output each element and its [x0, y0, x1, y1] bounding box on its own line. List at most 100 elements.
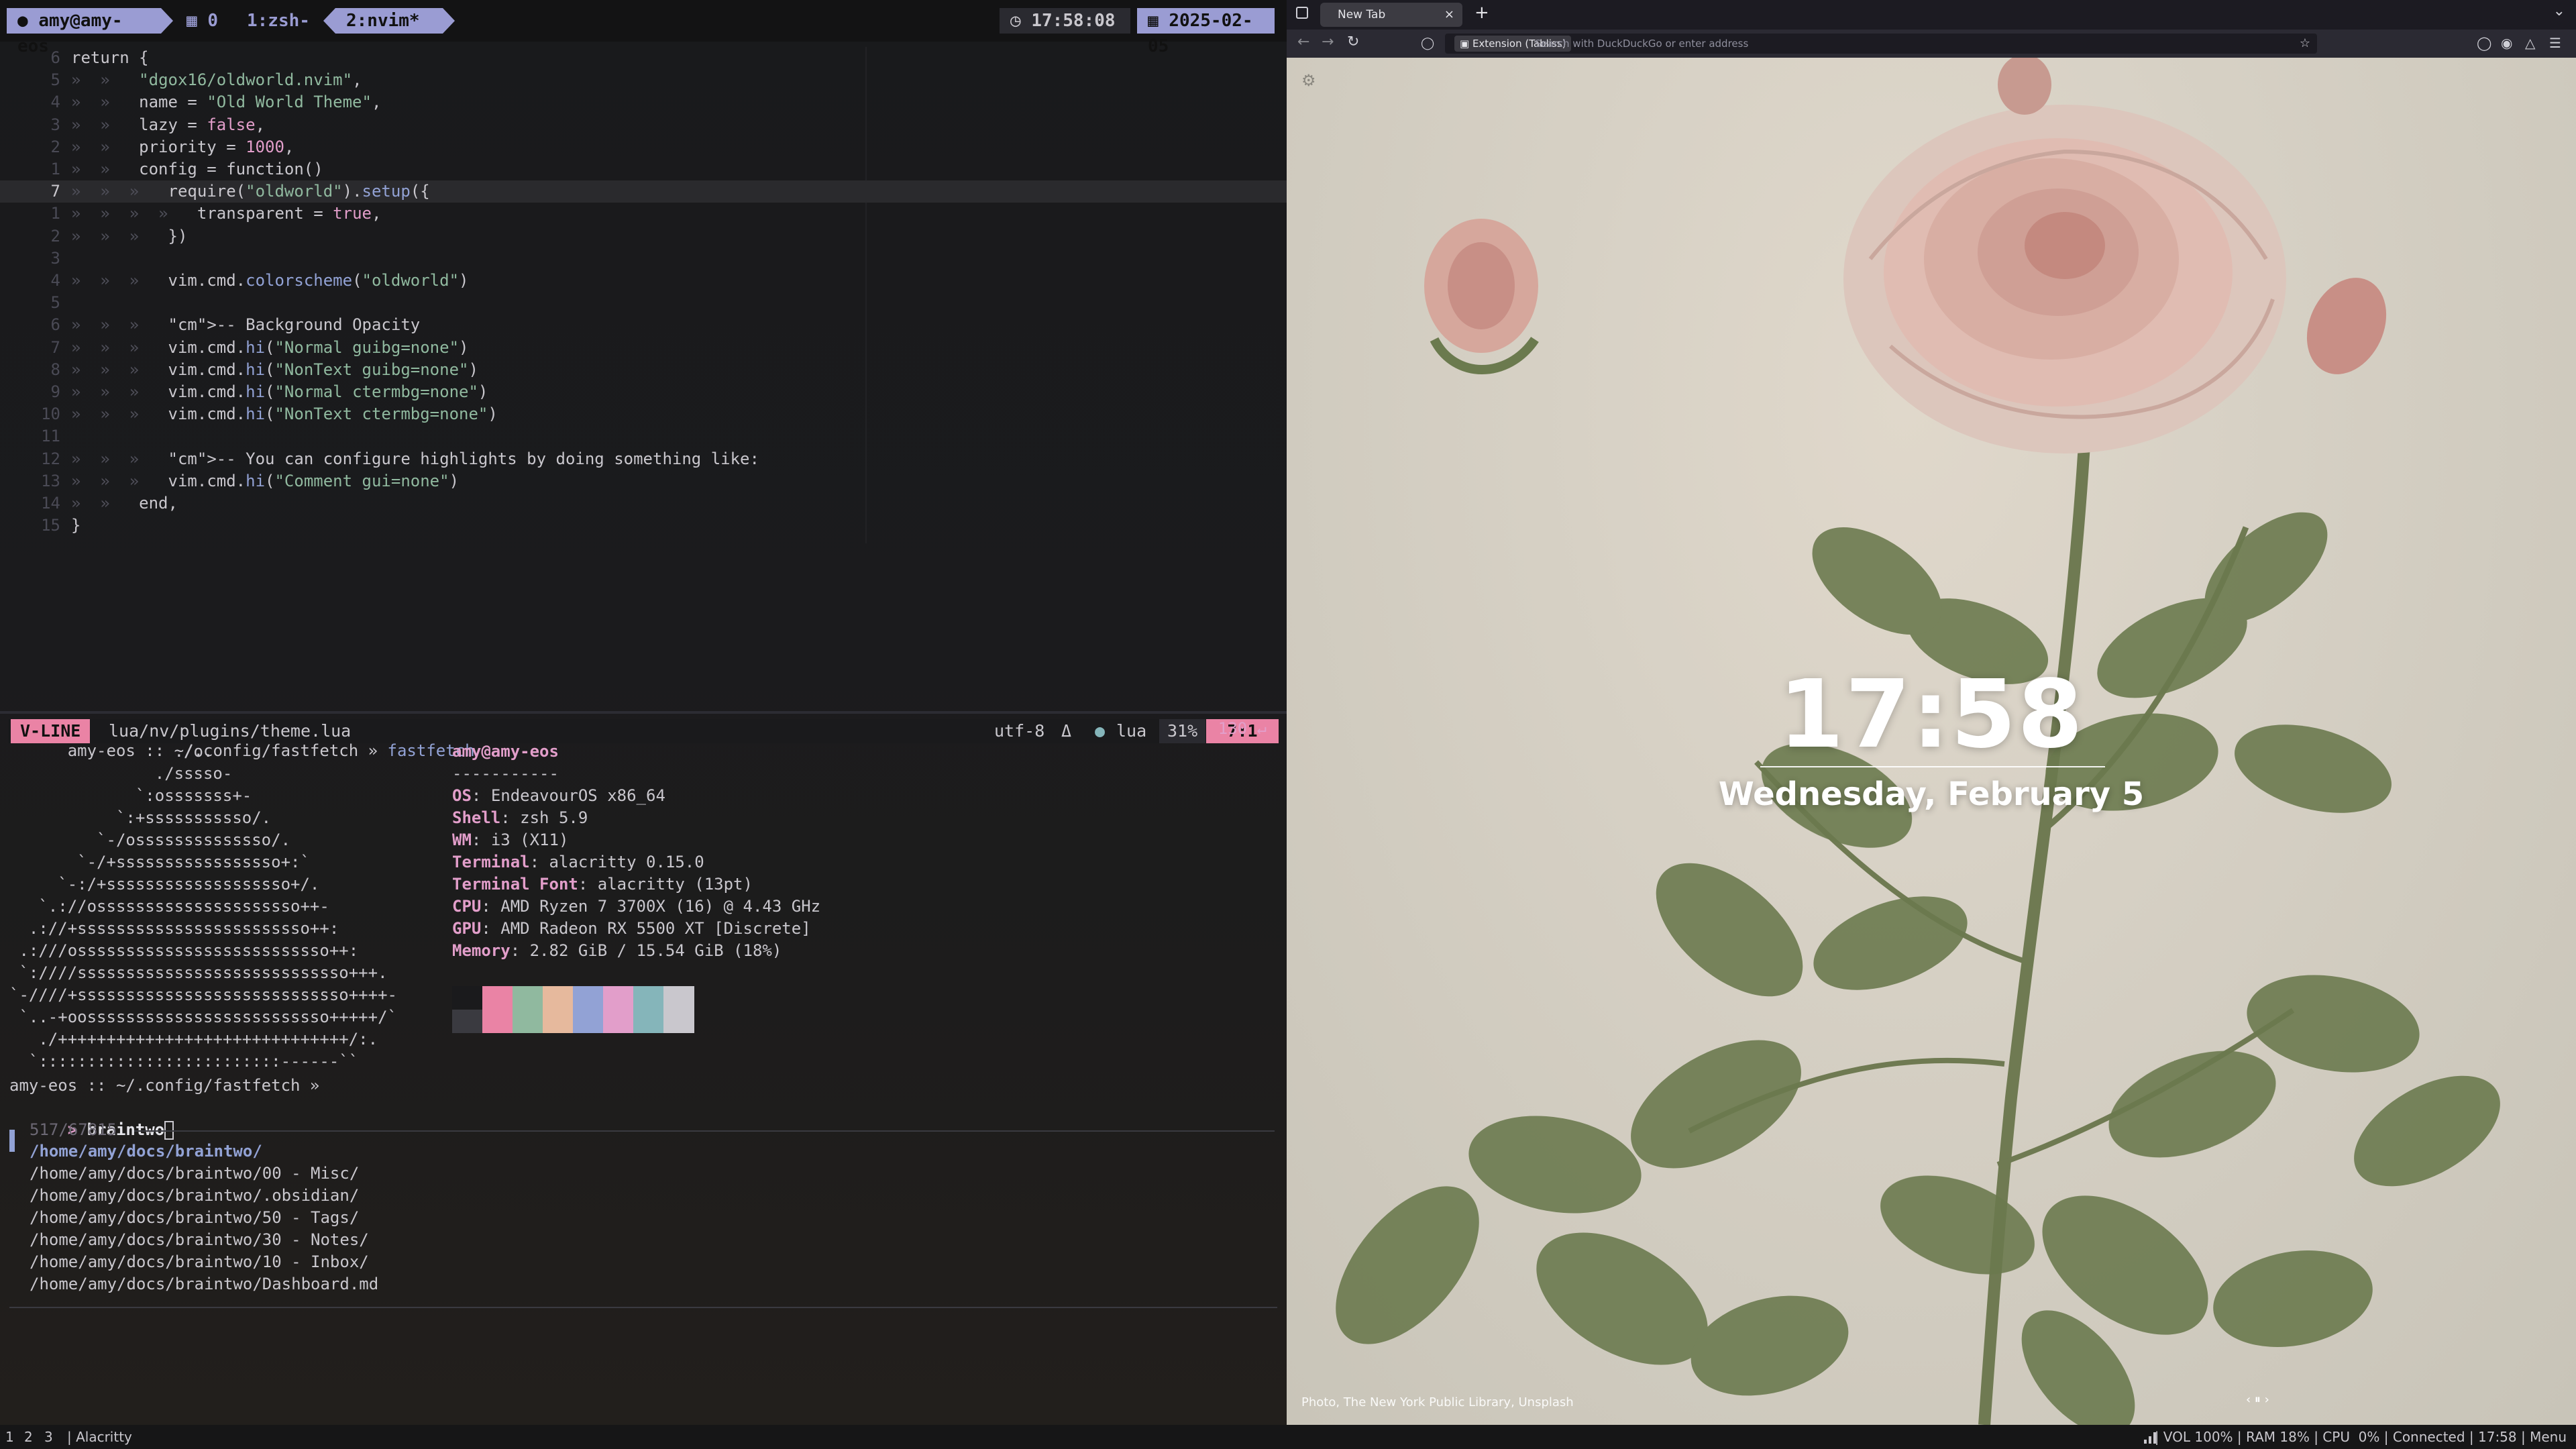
- newtab-date: Wednesday, February 5: [1718, 775, 2145, 813]
- line-number: 1: [50, 204, 60, 223]
- line-text: » » priority = 1000,: [71, 137, 294, 156]
- close-icon[interactable]: ×: [1444, 3, 1454, 27]
- fzf-selected-item[interactable]: /home/amy/docs/braintwo/: [30, 1140, 262, 1163]
- fzf-result-item[interactable]: /home/amy/docs/braintwo/10 - Inbox/: [30, 1251, 369, 1273]
- code-line[interactable]: 6 return {: [0, 47, 1287, 69]
- code-line[interactable]: 8 » » » vim.cmd.hi("NonText guibg=none"): [0, 359, 1287, 381]
- shield-icon[interactable]: ◯: [1421, 36, 1434, 50]
- workspace-3[interactable]: 3: [44, 1425, 53, 1449]
- tab-list-icon[interactable]: [1296, 7, 1308, 19]
- prompt-line-1: amy-eos :: ~/.config/fastfetch » fastfet…: [9, 718, 475, 760]
- workspace-2[interactable]: 2: [24, 1425, 33, 1449]
- code-line[interactable]: 13 » » » vim.cmd.hi("Comment gui=none"): [0, 470, 1287, 492]
- fzf-border: [9, 1307, 1277, 1308]
- pocket-icon[interactable]: ◯: [2477, 35, 2491, 51]
- code-line[interactable]: 4 » » » vim.cmd.colorscheme("oldworld"): [0, 270, 1287, 292]
- palette-swatch: [603, 1010, 634, 1033]
- background-controls[interactable]: ‹ ⏸ ›: [2246, 1393, 2269, 1407]
- info-colon: :: [500, 808, 521, 827]
- code-line[interactable]: 3 » » lazy = false,: [0, 114, 1287, 136]
- logo-line: `..-+oosssssssssssssssssssssssso+++++/`: [9, 1008, 397, 1026]
- account-icon[interactable]: ◉: [2501, 35, 2512, 51]
- code-line[interactable]: 5 » » "dgox16/oldworld.nvim",: [0, 69, 1287, 91]
- new-tab-button[interactable]: +: [1474, 3, 1489, 23]
- workspace-1[interactable]: 1: [5, 1425, 14, 1449]
- code-line[interactable]: 6 » » » "cm">-- Background Opacity: [0, 314, 1287, 336]
- code-line[interactable]: 2 » » priority = 1000,: [0, 136, 1287, 158]
- calendar-icon: ▦: [1148, 11, 1169, 31]
- palette-swatch: [633, 1010, 664, 1033]
- photo-credit[interactable]: Photo, The New York Public Library, Unsp…: [1301, 1395, 1574, 1409]
- fzf-result-item[interactable]: /home/amy/docs/braintwo/50 - Tags/: [30, 1207, 359, 1229]
- palette-swatch: [513, 986, 543, 1010]
- info-value: alacritty 0.15.0: [549, 853, 704, 871]
- info-colon: :: [510, 941, 530, 960]
- palette-swatch: [482, 1010, 513, 1033]
- settings-gear-icon[interactable]: ⚙: [1301, 71, 1316, 90]
- line-number: 5: [50, 70, 60, 90]
- info-value: i3 (X11): [490, 830, 569, 849]
- line-text: return {: [71, 48, 149, 67]
- url-bar[interactable]: ▣ Extension (Tabliss) Search with DuckDu…: [1445, 34, 2317, 54]
- fzf-result-item[interactable]: /home/amy/docs/braintwo/00 - Misc/: [30, 1163, 359, 1185]
- shell-pane[interactable]: amy-eos :: ~/.config/fastfetch » fastfet…: [0, 714, 1287, 1425]
- code-line[interactable]: 5: [0, 292, 1287, 314]
- code-line[interactable]: 7 » » » require("oldworld").setup({: [0, 180, 1287, 203]
- line-text: » » » "cm">-- You can configure highligh…: [71, 449, 759, 468]
- logo-line: .:///ossssssssssssssssssssssssso++:: [9, 941, 359, 960]
- info-value: zsh 5.9: [520, 808, 588, 827]
- terminal-window[interactable]: ● amy@amy-eos ▦ 0 1:zsh- 2:nvim* ◷ 17:58…: [0, 0, 1287, 1425]
- info-row: OS: EndeavourOS x86_64: [452, 785, 665, 807]
- info-row: Shell: zsh 5.9: [452, 807, 588, 829]
- info-key: WM: [452, 830, 472, 849]
- code-line[interactable]: 2 » » » }): [0, 225, 1287, 248]
- info-key: OS: [452, 786, 472, 805]
- info-row: Terminal: alacritty 0.15.0: [452, 851, 704, 873]
- browser-window[interactable]: New Tab × + ⌄ ← → ↻ ◯ ▣ Extension (Tabli…: [1287, 0, 2576, 1425]
- fzf-result-item[interactable]: /home/amy/docs/braintwo/.obsidian/: [30, 1185, 359, 1207]
- fzf-result-item[interactable]: /home/amy/docs/braintwo/30 - Notes/: [30, 1229, 369, 1251]
- code-line[interactable]: 1 » » config = function(): [0, 158, 1287, 180]
- line-number: 7: [50, 337, 60, 357]
- info-value: 2.82 GiB / 15.54 GiB (18%): [529, 941, 782, 960]
- chevron-down-icon[interactable]: ⌄: [2553, 3, 2565, 19]
- logo-line: `.://osssssssssssssssssssso++-: [9, 897, 329, 916]
- line-text: » » name = "Old World Theme",: [71, 93, 382, 112]
- line-number: 6: [50, 48, 60, 67]
- tmux-session[interactable]: ▦ 0: [176, 8, 229, 34]
- bookmark-star-icon[interactable]: ☆: [2300, 34, 2310, 54]
- line-text: » » » vim.cmd.hi("Normal guibg=none"): [71, 337, 469, 357]
- palette-swatch: [603, 986, 634, 1010]
- code-line[interactable]: 10 » » » vim.cmd.hi("NonText ctermbg=none…: [0, 403, 1287, 425]
- code-line[interactable]: 12 » » » "cm">-- You can configure highli…: [0, 448, 1287, 470]
- fzf-input-line[interactable]: > braintwo: [9, 1097, 174, 1140]
- session-icon: ▦: [186, 11, 208, 31]
- newtab-clock: 17:58: [1778, 660, 2084, 769]
- code-line[interactable]: 14 » » end,: [0, 492, 1287, 515]
- line-text: » » » vim.cmd.hi("Comment gui=none"): [71, 471, 460, 490]
- logo-line: ./o.: [9, 742, 213, 761]
- line-text: » » » vim.cmd.hi("NonText guibg=none"): [71, 360, 478, 379]
- code-line[interactable]: 4 » » name = "Old World Theme",: [0, 91, 1287, 113]
- tmux-window-1[interactable]: 1:zsh-: [236, 8, 337, 34]
- code-line[interactable]: 3: [0, 248, 1287, 270]
- tmux-window-2[interactable]: 2:nvim*: [323, 8, 455, 34]
- line-number: 14: [41, 494, 60, 513]
- tab-new-tab[interactable]: New Tab ×: [1320, 3, 1462, 27]
- fzf-result-item[interactable]: /home/amy/docs/braintwo/Dashboard.md: [30, 1273, 378, 1295]
- clock-icon: ◷: [1010, 11, 1032, 31]
- code-line[interactable]: 7 » » » vim.cmd.hi("Normal guibg=none"): [0, 337, 1287, 359]
- nvim-editor[interactable]: 6 return {5 » » "dgox16/oldworld.nvim", 4 » …: [0, 47, 1287, 743]
- code-line[interactable]: 1 » » » » transparent = true,: [0, 203, 1287, 225]
- forward-icon[interactable]: →: [1322, 34, 1334, 50]
- info-value: AMD Ryzen 7 3700X (16) @ 4.43 GHz: [500, 897, 821, 916]
- code-line[interactable]: 11: [0, 425, 1287, 447]
- code-line[interactable]: 15}: [0, 515, 1287, 537]
- menu-icon[interactable]: ☰: [2549, 35, 2561, 51]
- info-value: alacritty (13pt): [597, 875, 753, 894]
- info-colon: :: [481, 919, 501, 938]
- extensions-icon[interactable]: △: [2525, 35, 2535, 51]
- back-icon[interactable]: ←: [1297, 34, 1309, 50]
- code-line[interactable]: 9 » » » vim.cmd.hi("Normal ctermbg=none"): [0, 381, 1287, 403]
- reload-icon[interactable]: ↻: [1347, 34, 1359, 50]
